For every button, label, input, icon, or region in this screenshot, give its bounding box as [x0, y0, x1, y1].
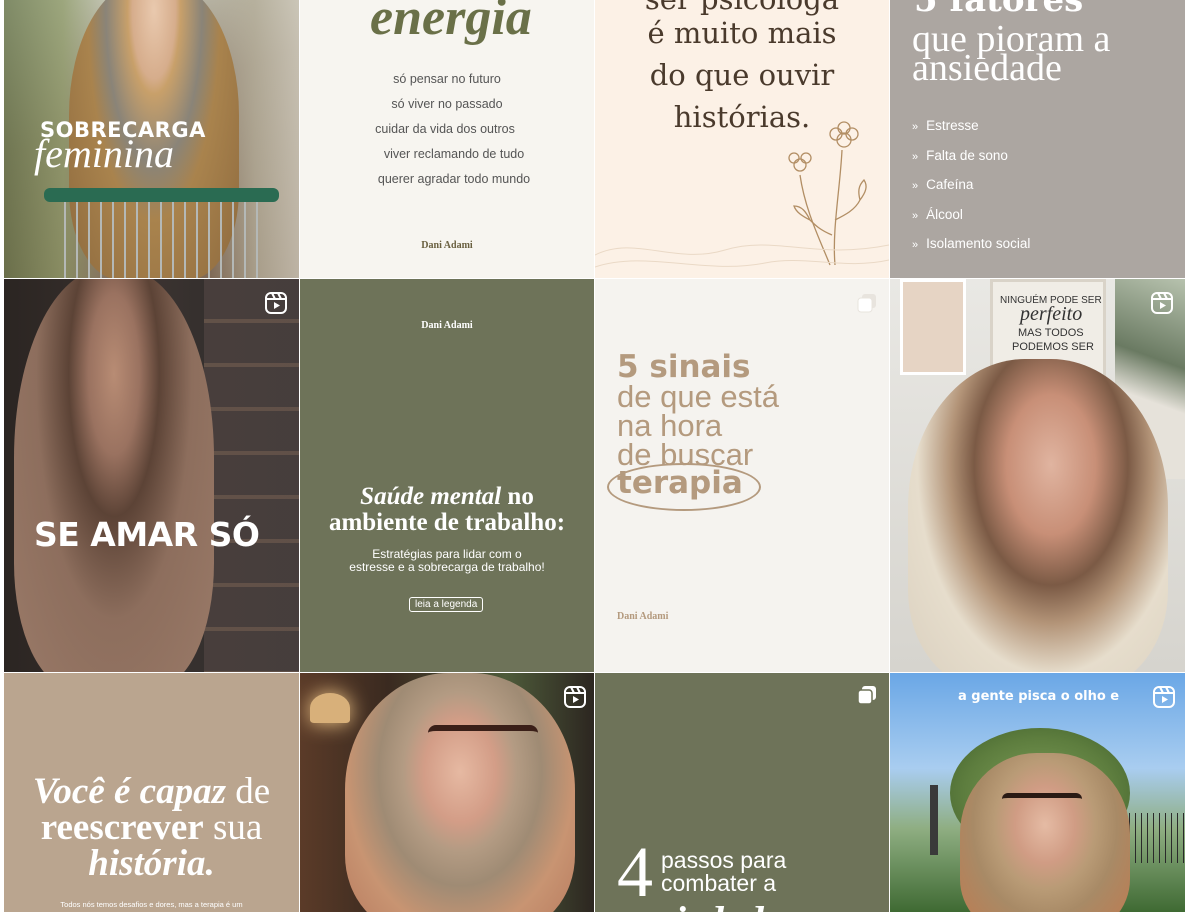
- reel-icon: [564, 686, 586, 708]
- post-voce-e-capaz[interactable]: Você é capaz de reescrever sua história.…: [4, 673, 299, 912]
- post-title-line2: reescrever sua: [40, 807, 263, 848]
- post-title-line1: Você é capaz de: [32, 771, 271, 812]
- poster-line4: PODEMOS SER: [1012, 341, 1094, 353]
- list-item: » Falta de sono: [912, 147, 1008, 163]
- glasses: [1002, 793, 1082, 816]
- list-item: » Cafeína: [912, 177, 974, 192]
- quote-line2: do que ouvir: [649, 58, 835, 92]
- post-5-sinais[interactable]: 5 sinais de que está na hora de buscar t…: [595, 279, 889, 672]
- quote-line1: é muito mais: [647, 16, 837, 50]
- post-psicologa[interactable]: ser psicóloga é muito mais do que ouvir …: [595, 0, 889, 278]
- post-subtitle-line2: estresse e a sobrecarga de trabalho!: [349, 560, 545, 574]
- background-shelves: [204, 279, 299, 672]
- reel-icon: [1151, 292, 1173, 314]
- chevron-right-icon: »: [912, 209, 919, 222]
- shopping-cart: [44, 188, 279, 202]
- post-subtitle-line1: Estratégias para lidar com o: [372, 547, 522, 561]
- signature: Dani Adami: [421, 320, 473, 331]
- quote-line0: ser psicóloga: [595, 0, 889, 16]
- decorative-wave: [595, 244, 889, 268]
- energy-list: só pensar no futuro só viver no passado …: [300, 67, 594, 192]
- post-footer: Todos nós temos desafios e dores, mas a …: [60, 900, 243, 909]
- post-title-line2: ambiente de trabalho:: [328, 509, 566, 536]
- chevron-right-icon: »: [912, 239, 919, 251]
- chevron-right-icon: »: [912, 121, 919, 133]
- reel-icon: [265, 292, 287, 314]
- reel-icon: [1153, 686, 1175, 708]
- post-title-line2: ansiedade: [912, 47, 1062, 89]
- post-video-woman-poster[interactable]: NINGUÉM PODE SER perfeito MAS TODOS PODE…: [890, 279, 1185, 672]
- post-se-amar-so[interactable]: SE AMAR SÓ: [4, 279, 299, 672]
- carousel-icon: [857, 686, 876, 705]
- factor-list: » Estresse » Falta de sono » Cafeína » Álcoo…: [912, 112, 1030, 260]
- post-video-outdoor[interactable]: a gente pisca o olho e: [890, 673, 1185, 912]
- video-caption: SE AMAR SÓ: [34, 515, 260, 554]
- poster-line2: perfeito: [1020, 303, 1083, 325]
- post-saude-mental[interactable]: Dani Adami Saúde mental no ambiente de t…: [300, 279, 594, 672]
- person-photo: [960, 753, 1130, 912]
- poster-line3: MAS TODOS: [1018, 327, 1084, 339]
- post-title-line2: combater a: [661, 870, 777, 896]
- list-item: » Álcool: [912, 206, 963, 222]
- chevron-right-icon: »: [912, 180, 919, 192]
- post-title-line5: terapia: [617, 465, 743, 501]
- list-item: » Estresse: [912, 118, 979, 133]
- cta-badge: leia a legenda: [409, 597, 484, 612]
- person-photo: [345, 673, 575, 912]
- list-item: » Isolamento social: [912, 236, 1031, 251]
- chimney: [930, 785, 938, 855]
- pendant-lamp: [310, 693, 350, 723]
- post-sobrecarga-feminina[interactable]: SOBRECARGA feminina: [4, 0, 299, 278]
- carousel-icon: [857, 294, 876, 313]
- glasses: [428, 725, 538, 761]
- post-title-line0: 5 fatores: [914, 0, 1084, 20]
- post-5-fatores[interactable]: 5 fatores que pioram a ansiedade » Estres…: [890, 0, 1185, 278]
- cart-basket: [64, 202, 264, 278]
- list-item: querer agradar todo mundo: [377, 172, 531, 186]
- list-item: só viver no passado: [391, 97, 503, 111]
- person-photo: [908, 359, 1168, 672]
- post-title-line3: história.: [88, 843, 215, 884]
- signature: Dani Adami: [421, 240, 473, 251]
- list-item: viver reclamando de tudo: [383, 147, 525, 161]
- post-energia[interactable]: energia só pensar no futuro só viver no …: [300, 0, 594, 278]
- post-4-passos[interactable]: 4 passos para combater a ansiedade: [595, 673, 889, 912]
- person-photo: [14, 279, 214, 672]
- post-video-woman-glasses[interactable]: [300, 673, 594, 912]
- post-title-line1: Saúde mental no: [360, 483, 534, 510]
- post-title: energia: [370, 0, 532, 46]
- list-item: cuidar da vida dos outros: [375, 122, 515, 136]
- post-title-line3: ansiedade: [617, 897, 781, 912]
- chevron-right-icon: »: [912, 150, 919, 163]
- frame-left: [900, 279, 966, 375]
- signature: Dani Adami: [617, 611, 669, 622]
- post-title-line2: feminina: [34, 131, 174, 176]
- list-item: só pensar no futuro: [393, 72, 501, 86]
- profile-post-grid: SOBRECARGA feminina energia só pensar no…: [4, 0, 1185, 912]
- video-caption: a gente pisca o olho e: [958, 689, 1120, 704]
